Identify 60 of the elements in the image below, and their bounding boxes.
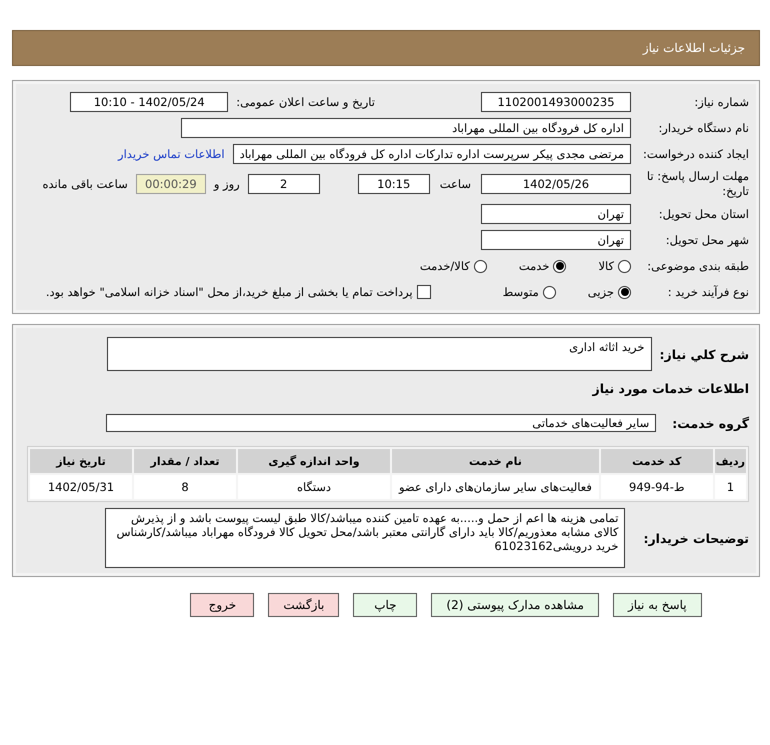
column-header: کد خدمت: [600, 449, 713, 473]
buyer-name-field: اداره کل فرودگاه بین المللی مهراباد: [181, 118, 631, 138]
option-label: کالا/خدمت: [420, 259, 470, 273]
requester-field: مرتضی مجدی پیکر سرپرست اداره تدارکات اداره کل فرودگاه بین المللی مهراباد: [232, 144, 631, 164]
action-button[interactable]: مشاهده مدارک پیوستی (2): [431, 593, 599, 617]
field-label: ساعت: [440, 177, 471, 191]
field-label: شرح کلي نياز:: [660, 347, 749, 362]
checkbox[interactable]: [416, 285, 431, 299]
field-label: ایجاد کننده درخواست:: [642, 147, 749, 161]
section-title: اطلاعات خدمات مورد نیاز: [591, 381, 749, 396]
column-header: تاریخ نیاز: [30, 449, 132, 473]
payment-note: پرداخت تمام یا بخشی از مبلغ خرید،از محل "اسناد خزانه اسلامی" خواهد بود.: [46, 285, 413, 299]
field-label: نام دستگاه خریدار:: [657, 121, 749, 135]
table-cell: 1402/05/31: [30, 475, 132, 499]
remaining-time-field: 00:00:29: [136, 174, 206, 194]
column-header: نام خدمت: [392, 449, 599, 473]
table-cell: دستگاه: [238, 475, 390, 499]
radio-button[interactable]: [474, 260, 487, 272]
field-label: نوع فرآیند خرید :: [666, 285, 749, 299]
field-label: گروه خدمت:: [672, 416, 749, 430]
province-field: تهران: [481, 204, 631, 224]
announce-date-field: 1402/05/24 - 10:10: [70, 92, 228, 112]
field-label: استان محل تحویل:: [658, 207, 749, 221]
radio-button[interactable]: [618, 260, 631, 272]
description-field: خرید اثاثه اداری: [106, 337, 652, 371]
column-header: ردیف: [714, 449, 746, 473]
option-label: جزیی: [588, 285, 614, 299]
option-label: متوسط: [502, 285, 539, 299]
field-label: مهلت ارسال پاسخ: تا تاریخ:: [646, 169, 749, 199]
radio-button[interactable]: [553, 260, 566, 272]
field-label: شماره نیاز:: [693, 95, 749, 109]
header-bar: جزئیات اطلاعات نیاز: [12, 30, 760, 66]
radio-button[interactable]: [618, 286, 631, 298]
action-button[interactable]: پاسخ به نیاز: [612, 593, 702, 617]
table-cell: فعالیت‌های سایر سازمان‌های دارای عضو: [392, 475, 599, 499]
field-label: ساعت باقی مانده: [42, 177, 128, 191]
city-field: تهران: [481, 230, 631, 250]
field-label: توضیحات خریدار:: [643, 530, 749, 546]
column-header: تعداد / مقدار: [134, 449, 236, 473]
field-label: طبقه بندی موضوعی:: [646, 259, 749, 273]
field-label: شهر محل تحویل:: [664, 233, 749, 247]
deadline-time-field: 10:15: [358, 174, 430, 194]
deadline-date-field: 1402/05/26: [481, 174, 631, 194]
table-cell: ط-94-949: [600, 475, 713, 499]
table-cell: 1: [714, 475, 746, 499]
danger-button[interactable]: خروج: [190, 593, 254, 617]
option-label: کالا: [598, 259, 614, 273]
days-field: 2: [248, 174, 320, 194]
danger-button[interactable]: بازگشت: [268, 593, 340, 617]
field-label: روز و: [214, 177, 240, 191]
buyer-notes-field: تمامی هزینه ها اعم از حمل و.....به عهده تامین کننده میباشد/کالا طبق لیست پیوست باشد و از پذیرش کالای مشابه معذوریم/کالا باید دارای گارانتی معتبر باشد/محل تحویل کالا فرودگاه مهراباد میباشد/کارشناس خرید درویشی61023162: [105, 508, 626, 568]
action-button[interactable]: چاپ: [353, 593, 418, 617]
column-header: واحد اندازه گیری: [238, 449, 390, 473]
need-number-field: 1102001493000235: [481, 92, 631, 112]
option-label: خدمت: [518, 259, 550, 273]
table-cell: 8: [134, 475, 236, 499]
buyer-contact-link[interactable]: اطلاعات تماس خریدار: [118, 147, 225, 161]
field-label: تاریخ و ساعت اعلان عمومی:: [236, 95, 375, 109]
service-group-field: سایر فعالیت‌های خدماتی: [106, 414, 656, 432]
radio-button[interactable]: [542, 286, 556, 298]
